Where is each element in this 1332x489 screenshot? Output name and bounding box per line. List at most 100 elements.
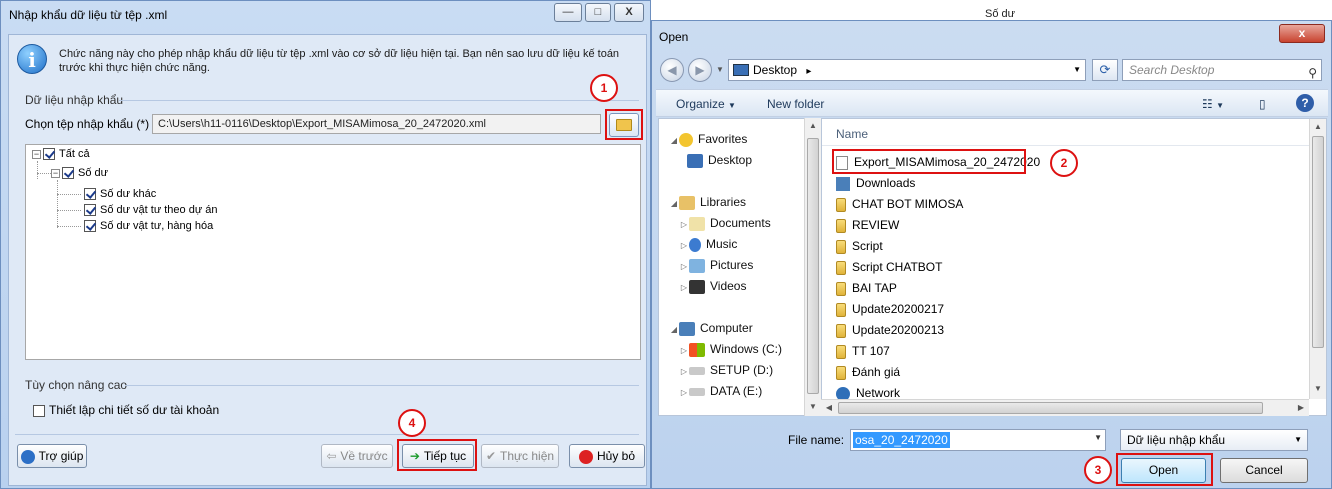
folder-icon [836, 365, 846, 380]
drive-icon [689, 387, 705, 396]
view-menu-icon[interactable]: ☷ ▼ [1202, 97, 1224, 111]
file-list-horizontal-scrollbar[interactable]: ◀ ▶ [821, 399, 1309, 416]
navigation-pane: ◢ Favorites Desktop ◢ Libraries ▷ Documents… [658, 118, 804, 416]
maximize-button[interactable]: □ [585, 3, 611, 22]
list-item[interactable]: Downloads [836, 173, 915, 193]
tree-item[interactable]: Số dư khác [84, 186, 156, 202]
folder-icon [836, 260, 846, 275]
nav-libraries[interactable]: ◢ Libraries [669, 192, 746, 212]
checkbox-item[interactable] [84, 220, 96, 233]
new-folder-button[interactable]: New folder [767, 97, 824, 111]
nav-music[interactable]: ▷ Music [679, 234, 737, 254]
scroll-thumb[interactable] [807, 138, 819, 394]
import-dialog-titlebar: Nhập khẩu dữ liệu từ tệp .xml — □ X [1, 1, 650, 29]
nav-computer[interactable]: ◢ Computer [669, 318, 753, 338]
advanced-checkbox[interactable] [33, 404, 45, 417]
nav-pictures[interactable]: ▷ Pictures [679, 255, 753, 275]
nav-videos[interactable]: ▷ Videos [679, 276, 746, 296]
address-bar[interactable]: Desktop ▸ ▼ [728, 59, 1086, 81]
folder-icon [836, 239, 846, 254]
import-data-section-label: Dữ liệu nhập khẩu [25, 93, 124, 107]
info-text: Chức năng này cho phép nhập khẩu dữ liệu… [59, 48, 620, 74]
advanced-option-label: Thiết lập chi tiết số dư tài khoản [49, 403, 220, 417]
nav-drive-c[interactable]: ▷ Windows (C:) [679, 339, 782, 359]
open-dialog-close-button[interactable]: x [1279, 24, 1325, 43]
list-item[interactable]: CHAT BOT MIMOSA [836, 194, 963, 214]
cancel-icon [578, 449, 593, 464]
data-tree: − Tất cả − Số dư Số dư khác Số dư vật tư t… [25, 144, 641, 360]
scroll-up-icon[interactable]: ▲ [805, 118, 821, 134]
checkbox-all[interactable] [43, 148, 55, 161]
list-item[interactable]: Script CHATBOT [836, 257, 942, 277]
music-icon [689, 237, 701, 252]
help-button[interactable]: Trợ giúp [17, 444, 87, 468]
cancel-button[interactable]: Hủy bỏ [569, 444, 645, 468]
list-item[interactable]: BAI TAP [836, 278, 897, 298]
file-list-vertical-scrollbar[interactable]: ▲ ▼ [1309, 119, 1326, 399]
tree-item[interactable]: Số dư vật tư theo dự án [84, 202, 218, 218]
tree-group-balance[interactable]: − Số dư [51, 165, 108, 181]
list-item[interactable]: Update20200217 [836, 299, 944, 319]
footer-divider [15, 434, 639, 435]
scroll-up-icon[interactable]: ▲ [1310, 119, 1326, 135]
minimize-button[interactable]: — [554, 3, 582, 22]
search-icon: ⚲ [1308, 66, 1317, 80]
collapse-icon[interactable]: − [32, 149, 41, 159]
nav-desktop[interactable]: Desktop [687, 150, 752, 170]
forward-nav-button[interactable]: ▶ [688, 58, 712, 82]
nav-scrollbar[interactable]: ▲ ▼ [804, 118, 821, 416]
nav-favorites[interactable]: ◢ Favorites [669, 129, 747, 149]
highlight-box-4 [397, 439, 477, 471]
scroll-down-icon[interactable]: ▼ [805, 399, 821, 415]
nav-drive-e[interactable]: ▷ DATA (E:) [679, 381, 762, 401]
list-item[interactable]: Script [836, 236, 883, 256]
chevron-down-icon[interactable]: ▼ [1094, 433, 1102, 442]
file-type-select[interactable]: Dữ liệu nhập khẩu ▼ [1120, 429, 1308, 451]
computer-icon [679, 321, 695, 336]
back-button[interactable]: ⇦ Về trước [321, 444, 393, 468]
scroll-left-icon[interactable]: ◀ [821, 400, 837, 416]
address-dropdown-icon[interactable]: ▼ [1073, 60, 1081, 80]
downloads-icon [836, 176, 850, 191]
folder-icon [836, 344, 846, 359]
organize-menu[interactable]: Organize ▼ [676, 97, 736, 111]
collapse-icon[interactable]: − [51, 168, 60, 178]
tree-root[interactable]: − Tất cả [32, 146, 90, 162]
refresh-button[interactable]: ⟳ [1092, 59, 1118, 81]
nav-drive-d[interactable]: ▷ SETUP (D:) [679, 360, 773, 380]
scroll-right-icon[interactable]: ▶ [1293, 400, 1309, 416]
execute-button[interactable]: ✔ Thực hiện [481, 444, 559, 468]
advanced-option[interactable]: Thiết lập chi tiết số dư tài khoản [33, 403, 219, 417]
history-dropdown-icon[interactable]: ▼ [716, 65, 724, 74]
scroll-thumb[interactable] [838, 402, 1263, 414]
breadcrumb-chevron-icon[interactable]: ▸ [806, 66, 811, 77]
scroll-thumb[interactable] [1312, 136, 1324, 348]
file-name-input[interactable]: osa_20_2472020 ▼ [850, 429, 1106, 451]
list-item[interactable]: Đánh giá [836, 362, 900, 382]
cancel-button[interactable]: Cancel [1220, 458, 1308, 483]
videos-icon [689, 279, 705, 294]
checkbox-item[interactable] [84, 204, 96, 217]
list-item[interactable]: REVIEW [836, 215, 899, 235]
list-item[interactable]: Update20200213 [836, 320, 944, 340]
highlight-box-3 [1116, 453, 1213, 486]
column-header-name[interactable]: Name [836, 127, 868, 141]
help-icon[interactable]: ? [1296, 94, 1314, 112]
checkbox-balance[interactable] [62, 167, 74, 180]
nav-documents[interactable]: ▷ Documents [679, 213, 771, 233]
list-item[interactable]: TT 107 [836, 341, 890, 361]
help-icon [20, 449, 35, 464]
search-input[interactable]: Search Desktop ⚲ [1122, 59, 1322, 81]
close-button[interactable]: X [614, 3, 644, 22]
drive-icon [689, 366, 705, 375]
desktop-icon [733, 64, 749, 76]
chevron-down-icon[interactable]: ▼ [1294, 430, 1302, 450]
preview-pane-icon[interactable]: ▯ [1259, 97, 1266, 111]
file-path-input[interactable]: C:\Users\h11-0116\Desktop\Export_MISAMim… [152, 114, 601, 134]
back-nav-button[interactable]: ◀ [660, 58, 684, 82]
folder-icon [836, 281, 846, 296]
checkbox-item[interactable] [84, 188, 96, 201]
scroll-down-icon[interactable]: ▼ [1310, 381, 1326, 397]
tree-item[interactable]: Số dư vật tư, hàng hóa [84, 218, 213, 234]
import-dialog-title: Nhập khẩu dữ liệu từ tệp .xml [9, 8, 168, 22]
